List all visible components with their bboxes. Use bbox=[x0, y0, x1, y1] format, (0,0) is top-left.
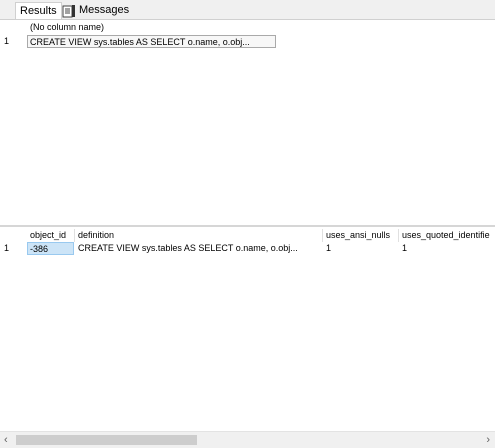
results-grid-1[interactable]: (No column name) 1 CREATE VIEW sys.table… bbox=[0, 20, 495, 225]
scroll-right-icon[interactable]: › bbox=[486, 433, 490, 447]
tab-results[interactable]: Results bbox=[15, 2, 62, 19]
table-row[interactable]: 1 CREATE VIEW sys.tables AS SELECT o.nam… bbox=[0, 35, 495, 48]
grid1-header-row: (No column name) bbox=[0, 21, 495, 34]
column-divider[interactable] bbox=[322, 229, 323, 242]
horizontal-scrollbar[interactable]: ‹ › bbox=[0, 431, 495, 448]
column-divider[interactable] bbox=[398, 229, 399, 242]
scrollbar-thumb[interactable] bbox=[16, 435, 197, 445]
scroll-left-icon[interactable]: ‹ bbox=[4, 433, 8, 447]
column-divider[interactable] bbox=[74, 229, 75, 242]
results-grid-2[interactable]: object_id definition uses_ansi_nulls use… bbox=[0, 228, 495, 430]
cell-uses-quoted-identifier[interactable]: 1 bbox=[400, 242, 495, 255]
cell-object-id[interactable]: -386 bbox=[27, 242, 74, 255]
grid1-column-header[interactable]: (No column name) bbox=[28, 21, 178, 34]
cell-uses-ansi-nulls[interactable]: 1 bbox=[324, 242, 398, 255]
column-header-object-id[interactable]: object_id bbox=[28, 229, 74, 242]
results-tab-bar: Results Messages bbox=[0, 0, 495, 20]
column-header-definition[interactable]: definition bbox=[76, 229, 322, 242]
messages-icon bbox=[62, 4, 76, 18]
tab-messages-label: Messages bbox=[79, 4, 130, 16]
tab-messages[interactable]: Messages bbox=[58, 2, 133, 19]
grid-splitter[interactable] bbox=[0, 225, 495, 227]
tab-results-label: Results bbox=[20, 5, 57, 17]
column-header-uses-quoted-identifier[interactable]: uses_quoted_identifie bbox=[400, 229, 495, 242]
table-row[interactable]: 1 -386 CREATE VIEW sys.tables AS SELECT … bbox=[0, 242, 495, 255]
row-number[interactable]: 1 bbox=[0, 35, 26, 48]
row-number[interactable]: 1 bbox=[0, 242, 26, 255]
cell-definition[interactable]: CREATE VIEW sys.tables AS SELECT o.name,… bbox=[76, 242, 322, 255]
grid2-header-row: object_id definition uses_ansi_nulls use… bbox=[0, 229, 495, 242]
grid1-cell-value[interactable]: CREATE VIEW sys.tables AS SELECT o.name,… bbox=[27, 35, 276, 48]
column-header-uses-ansi-nulls[interactable]: uses_ansi_nulls bbox=[324, 229, 398, 242]
